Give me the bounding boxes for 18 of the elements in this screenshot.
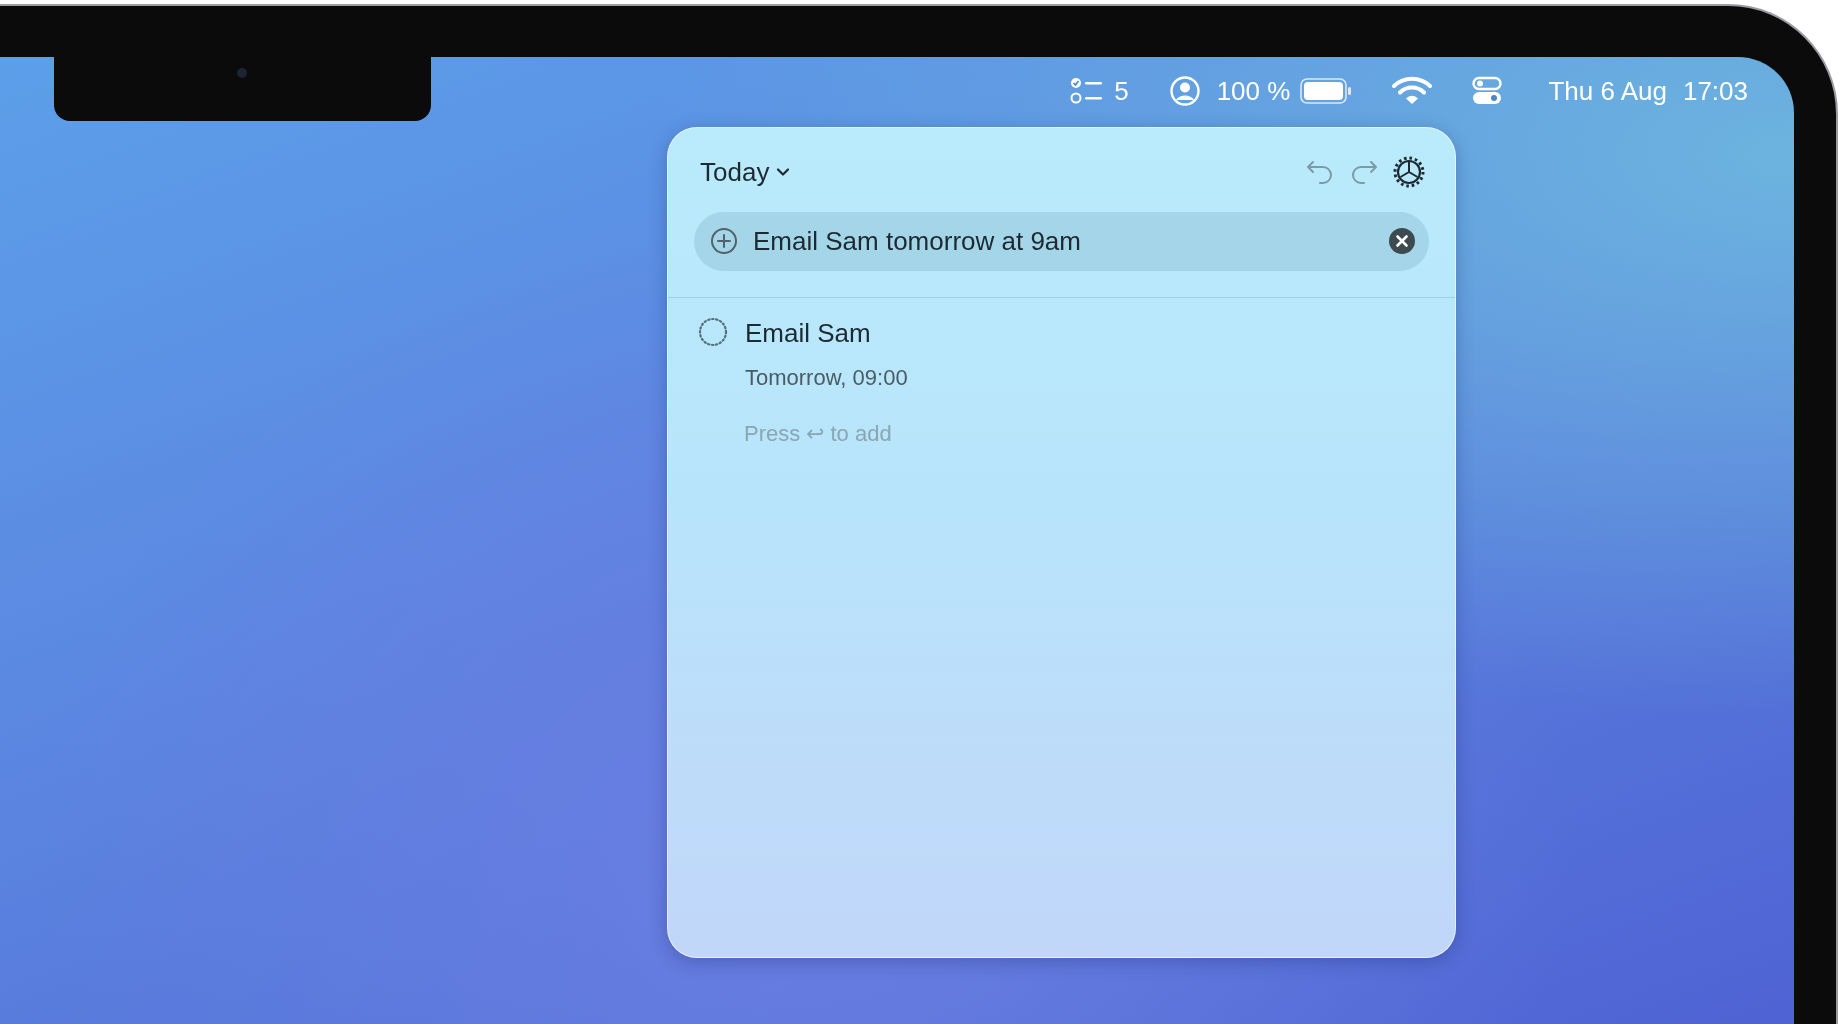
redo-icon[interactable] xyxy=(1349,158,1379,186)
settings-icon[interactable] xyxy=(1393,156,1425,188)
undo-icon[interactable] xyxy=(1305,158,1335,186)
plus-icon xyxy=(709,226,739,256)
control-center-icon[interactable] xyxy=(1472,76,1503,106)
add-hint: Press ↩ to add xyxy=(744,421,892,447)
battery-percentage: 100 % xyxy=(1216,75,1291,107)
reminders-count: 5 xyxy=(1114,75,1129,107)
reminder-title: Email Sam xyxy=(745,318,872,349)
chevron-down-icon xyxy=(775,166,792,178)
dotted-circle-icon[interactable] xyxy=(697,316,729,348)
user-icon[interactable] xyxy=(1168,75,1201,107)
battery-icon[interactable] xyxy=(1300,78,1353,104)
list-selector[interactable]: Today xyxy=(700,156,792,188)
checklist-icon[interactable] xyxy=(1070,76,1105,106)
reminder-due-date: Tomorrow, 09:00 xyxy=(745,365,908,391)
wifi-icon[interactable] xyxy=(1392,76,1433,106)
clear-icon[interactable] xyxy=(1388,227,1416,255)
